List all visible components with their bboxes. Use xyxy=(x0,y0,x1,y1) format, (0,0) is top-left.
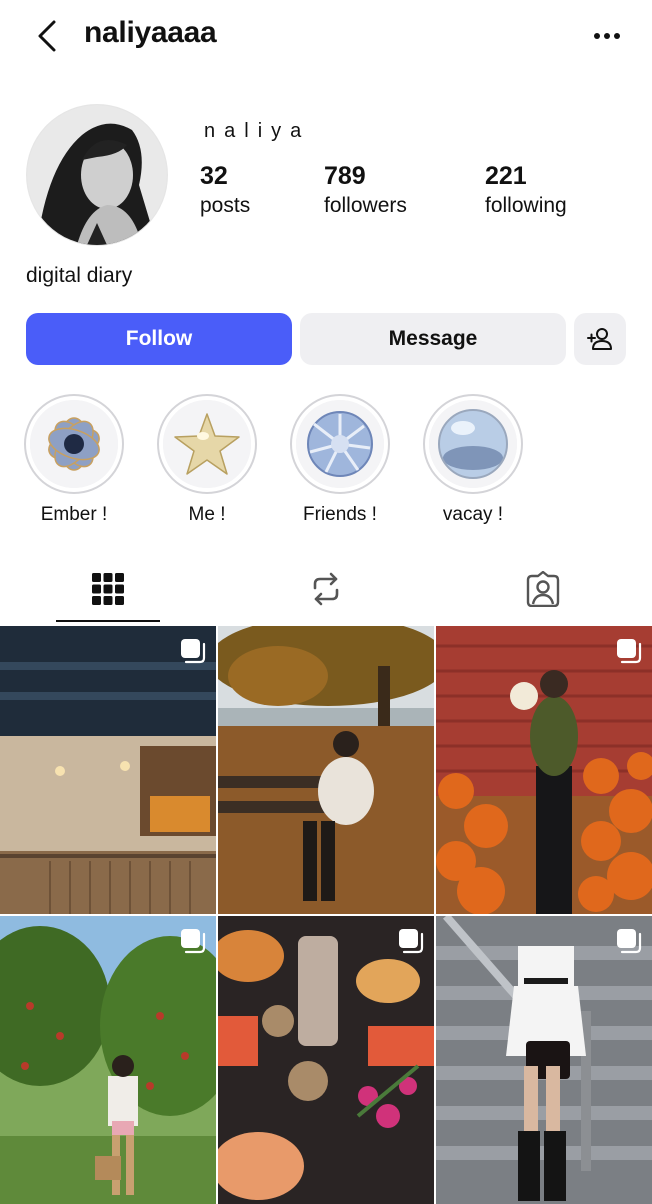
shell-icon xyxy=(296,400,384,488)
highlight-me[interactable]: Me ! xyxy=(155,394,259,526)
tab-posts-grid[interactable] xyxy=(68,566,148,612)
carousel-icon xyxy=(399,929,424,954)
highlight-label: Me ! xyxy=(188,504,226,525)
highlight-ring xyxy=(157,394,257,494)
highlight-friends[interactable]: Friends ! xyxy=(288,394,392,526)
more-icon xyxy=(594,33,620,39)
profile-bio: digital diary xyxy=(26,264,133,287)
add-person-icon xyxy=(587,328,612,350)
following-stat[interactable]: 221 following xyxy=(485,160,567,220)
followers-label: followers xyxy=(324,194,407,217)
carousel-icon xyxy=(617,639,642,664)
post-thumbnail[interactable] xyxy=(0,626,216,914)
crystal-ball-icon xyxy=(429,400,517,488)
post-thumbnail[interactable] xyxy=(436,916,652,1204)
highlight-label: Ember ! xyxy=(40,504,108,525)
chevron-left-icon xyxy=(38,20,56,52)
highlight-ring xyxy=(24,394,124,494)
carousel-icon xyxy=(181,929,206,954)
following-count: 221 xyxy=(485,162,527,190)
carousel-icon xyxy=(617,929,642,954)
suggested-accounts-button[interactable] xyxy=(574,313,626,365)
highlight-label: vacay ! xyxy=(442,504,504,525)
message-button[interactable]: Message xyxy=(300,313,566,365)
tab-reposts[interactable] xyxy=(286,566,366,612)
display-name: naliya xyxy=(204,120,311,142)
star-icon xyxy=(163,400,251,488)
post-thumbnail[interactable] xyxy=(218,626,434,914)
grid-icon xyxy=(92,573,124,605)
back-button[interactable] xyxy=(30,18,64,54)
following-label: following xyxy=(485,194,567,217)
posts-label: posts xyxy=(200,194,251,217)
followers-count: 789 xyxy=(324,162,366,190)
highlight-ring xyxy=(423,394,523,494)
post-thumbnail[interactable] xyxy=(218,916,434,1204)
more-options-button[interactable] xyxy=(590,22,624,50)
follow-button[interactable]: Follow xyxy=(26,313,292,365)
flower-icon xyxy=(30,400,118,488)
highlight-vacay[interactable]: vacay ! xyxy=(421,394,525,526)
posts-stat[interactable]: 32 posts xyxy=(200,160,250,220)
carousel-icon xyxy=(181,639,206,664)
tab-tagged[interactable] xyxy=(503,566,583,612)
highlight-ring xyxy=(290,394,390,494)
active-tab-indicator xyxy=(56,620,160,622)
tagged-person-icon xyxy=(526,571,560,607)
posts-count: 32 xyxy=(200,162,228,190)
highlight-label: Friends ! xyxy=(303,504,377,525)
repost-icon xyxy=(313,572,339,606)
post-thumbnail[interactable] xyxy=(0,916,216,1204)
avatar[interactable] xyxy=(26,104,168,246)
highlight-ember[interactable]: Ember ! xyxy=(22,394,126,526)
post-thumbnail[interactable] xyxy=(436,626,652,914)
followers-stat[interactable]: 789 followers xyxy=(324,160,407,220)
profile-username: naliyaaaa xyxy=(84,16,217,49)
